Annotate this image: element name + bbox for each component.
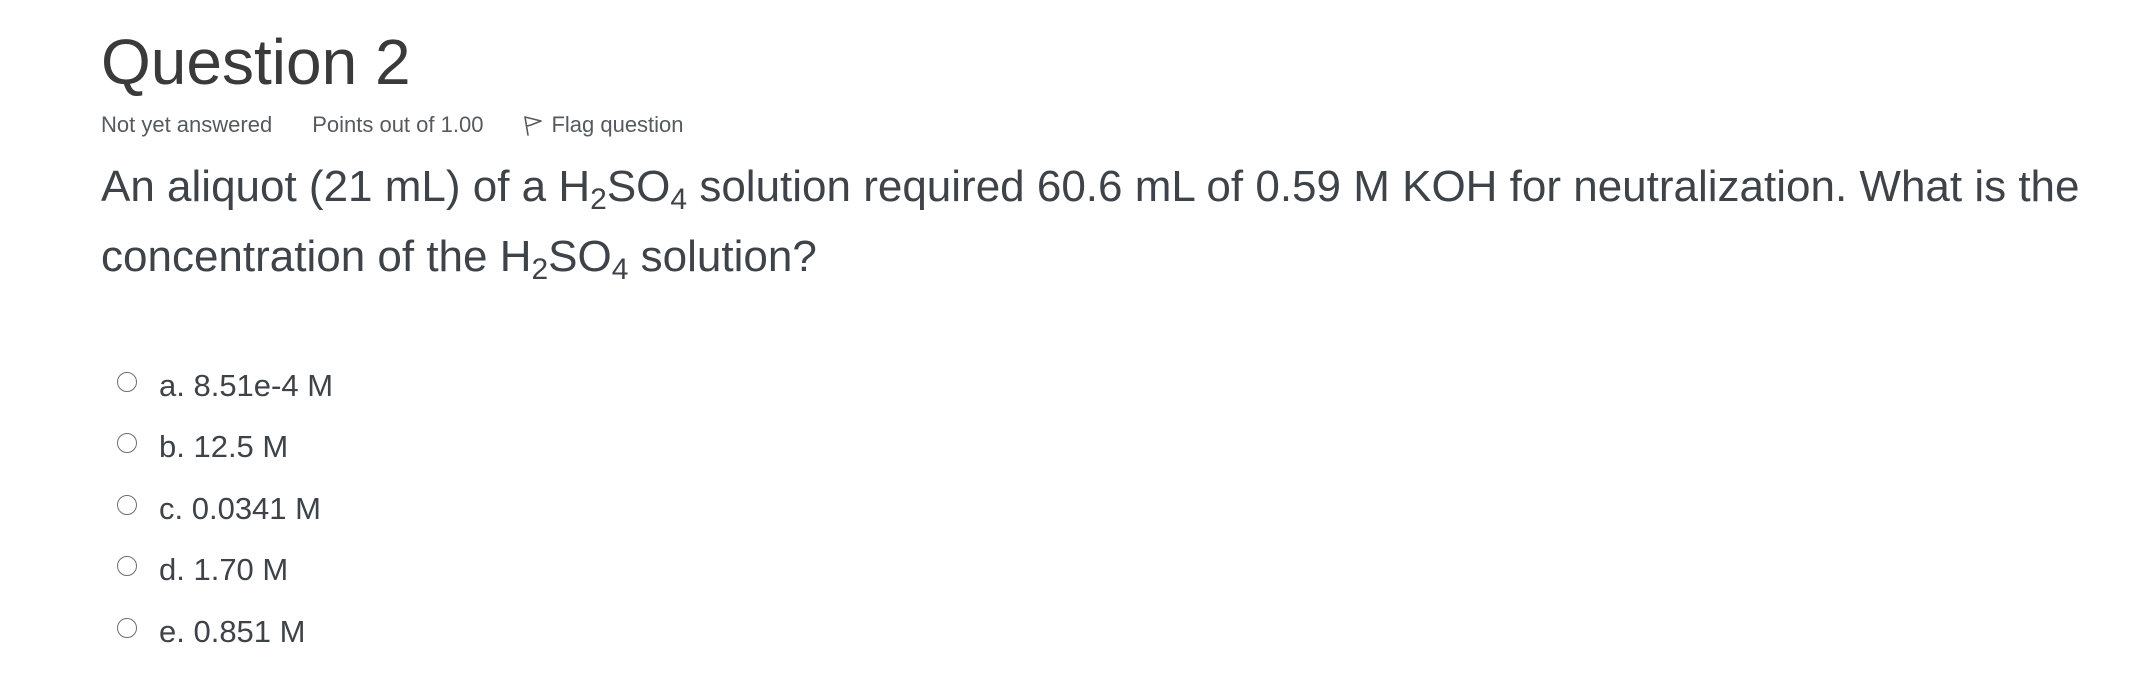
radio-button[interactable] xyxy=(117,556,137,577)
question-info: Not yet answered Points out of 1.00 Flag… xyxy=(101,112,684,138)
question-grade: Points out of 1.00 xyxy=(312,112,484,137)
answer-option-d[interactable]: d. 1.70 M xyxy=(117,540,333,602)
answer-option-a[interactable]: a. 8.51e-4 M xyxy=(117,355,333,417)
answer-label: e. 0.851 M xyxy=(159,613,306,649)
question-text-part: SO xyxy=(548,232,612,281)
question-text-subscript: 4 xyxy=(611,253,629,286)
radio-button[interactable] xyxy=(117,617,137,638)
radio-button[interactable] xyxy=(117,371,137,392)
answer-label: c. 0.0341 M xyxy=(159,490,321,526)
question-text-part: solution? xyxy=(628,232,817,281)
question-text-part: SO xyxy=(606,162,671,211)
flag-question-label: Flag question xyxy=(551,112,684,137)
question-state: Not yet answered xyxy=(101,112,273,137)
flag-icon xyxy=(524,116,543,136)
answer-option-c[interactable]: c. 0.0341 M xyxy=(117,478,333,540)
answer-option-e[interactable]: e. 0.851 M xyxy=(117,601,333,663)
question-text-subscript: 2 xyxy=(590,183,607,216)
question-text-subscript: 4 xyxy=(670,183,688,216)
answer-label: b. 12.5 M xyxy=(159,429,289,465)
answer-options: a. 8.51e-4 M b. 12.5 M c. 0.0341 M d. 1.… xyxy=(117,355,333,663)
answer-label: d. 1.70 M xyxy=(159,552,289,588)
radio-button[interactable] xyxy=(117,494,137,515)
question-text-subscript: 2 xyxy=(531,253,549,286)
flag-question-link[interactable]: Flag question xyxy=(523,112,684,138)
question-text-part: An aliquot (21 mL) of a H xyxy=(101,162,591,211)
question-title: Question 2 xyxy=(101,26,411,98)
radio-button[interactable] xyxy=(117,433,137,454)
answer-label: a. 8.51e-4 M xyxy=(159,367,334,403)
answer-option-b[interactable]: b. 12.5 M xyxy=(117,417,333,479)
question-text: An aliquot (21 mL) of a H2SO4 solution r… xyxy=(101,152,2111,292)
